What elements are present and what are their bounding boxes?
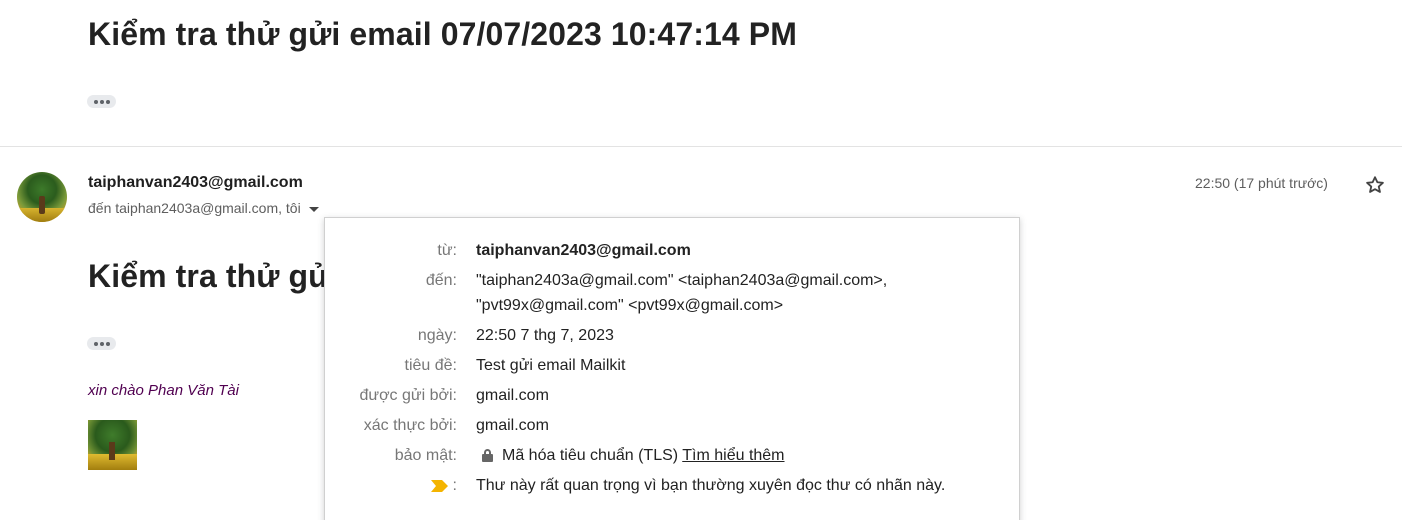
show-trimmed-content-button[interactable] [87, 95, 116, 108]
importance-marker-icon [431, 479, 449, 492]
inline-image[interactable] [88, 420, 137, 470]
message-body-heading: Kiểm tra thử gử [88, 258, 332, 294]
detail-subject-label: tiêu đề: [404, 357, 457, 374]
message-time: 22:50 (17 phút trước) [1195, 175, 1328, 191]
greeting-text: xin chào Phan Văn Tài [88, 382, 239, 399]
detail-security-label: bảo mật: [394, 447, 457, 464]
detail-to-value-1: "taiphan2403a@gmail.com" <taiphan2403a@g… [476, 272, 888, 289]
detail-to-value-2: "pvt99x@gmail.com" <pvt99x@gmail.com> [476, 297, 784, 314]
detail-mailed-by-label: được gửi bởi: [359, 387, 457, 404]
recipients-toggle[interactable]: đến taiphan2403a@gmail.com, tôi [88, 200, 319, 216]
detail-importance-label-wrap: : [431, 473, 457, 498]
detail-date-value: 22:50 7 thg 7, 2023 [476, 327, 614, 344]
detail-from-label: từ: [437, 242, 457, 259]
message-divider [0, 146, 1402, 147]
detail-signed-by-label: xác thực bởi: [363, 417, 457, 434]
star-icon[interactable] [1364, 174, 1386, 196]
detail-importance-value: Thư này rất quan trọng vì bạn thường xuy… [476, 477, 946, 494]
lock-icon [482, 449, 493, 462]
avatar[interactable] [17, 172, 67, 222]
show-trimmed-content-button[interactable] [87, 337, 116, 350]
detail-security-value-wrap: Mã hóa tiêu chuẩn (TLS) Tìm hiểu thêm [476, 443, 785, 468]
detail-importance-label: : [452, 477, 457, 494]
detail-mailed-by-value: gmail.com [476, 387, 549, 404]
detail-to-label: đến: [425, 272, 457, 289]
recipients-text: đến taiphan2403a@gmail.com, tôi [88, 200, 301, 216]
detail-subject-value: Test gửi email Mailkit [476, 357, 626, 374]
detail-security-value: Mã hóa tiêu chuẩn (TLS) [502, 447, 679, 464]
sender-name[interactable]: taiphanvan2403@gmail.com [88, 174, 303, 192]
detail-signed-by-value: gmail.com [476, 417, 549, 434]
message-details-popup: từ: taiphanvan2403@gmail.com đến: "taiph… [324, 217, 1020, 520]
learn-more-link[interactable]: Tìm hiểu thêm [682, 447, 784, 464]
detail-from-value: taiphanvan2403@gmail.com [476, 242, 691, 259]
show-details-caret-icon[interactable] [308, 207, 319, 212]
message-subject-heading: Kiểm tra thử gửi email 07/07/2023 10:47:… [88, 16, 797, 52]
detail-date-label: ngày: [417, 327, 457, 344]
